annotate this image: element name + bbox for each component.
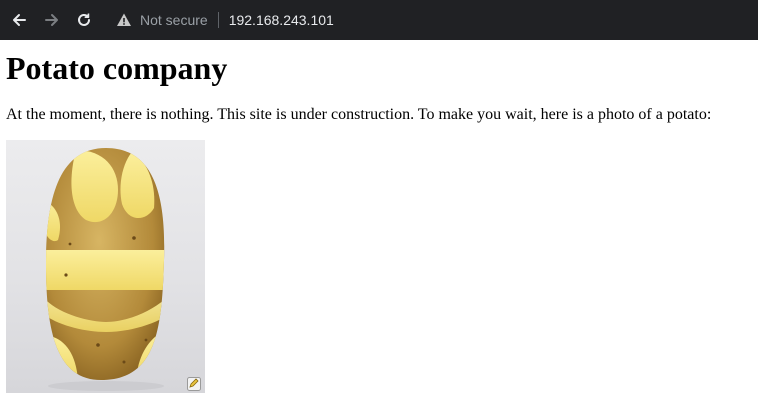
reload-icon bbox=[76, 12, 92, 28]
back-button[interactable] bbox=[7, 8, 31, 32]
browser-toolbar: Not secure 192.168.243.101 bbox=[0, 0, 758, 40]
arrow-left-icon bbox=[11, 12, 27, 28]
security-label[interactable]: Not secure bbox=[140, 12, 208, 28]
page-title: Potato company bbox=[6, 50, 228, 86]
reload-button[interactable] bbox=[72, 8, 96, 32]
omnibox-divider bbox=[217, 12, 219, 28]
image-edit-icon[interactable] bbox=[187, 377, 201, 391]
intro-paragraph: At the moment, there is nothing. This si… bbox=[6, 106, 712, 123]
potato-photo bbox=[6, 140, 205, 393]
arrow-right-icon bbox=[44, 12, 60, 28]
page-content: Potato company At the moment, there is n… bbox=[0, 50, 758, 125]
address-bar[interactable]: Not secure 192.168.243.101 bbox=[108, 6, 748, 34]
url-text[interactable]: 192.168.243.101 bbox=[229, 12, 334, 28]
warning-triangle-icon[interactable] bbox=[116, 12, 132, 28]
forward-button[interactable] bbox=[40, 8, 64, 32]
